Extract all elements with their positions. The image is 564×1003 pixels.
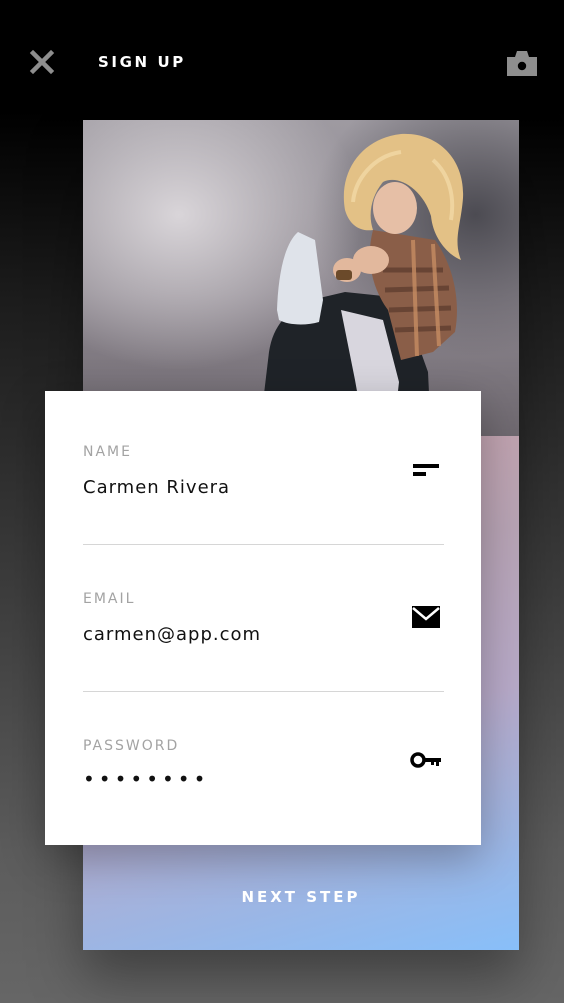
envelope-icon [409, 604, 443, 630]
camera-button[interactable] [505, 48, 539, 78]
key-icon [409, 747, 443, 773]
profile-photo [83, 120, 519, 436]
name-field[interactable]: NAME Carmen Rivera [83, 391, 444, 545]
camera-icon [507, 51, 537, 76]
close-icon [29, 49, 55, 75]
signup-form-card: NAME Carmen Rivera EMAIL carmen@app.com … [45, 391, 481, 845]
text-lines-icon [409, 458, 443, 484]
email-field-value[interactable]: carmen@app.com [83, 624, 261, 646]
next-step-button[interactable]: NEXT STEP [83, 880, 519, 914]
email-field-label: EMAIL [83, 591, 136, 607]
name-field-label: NAME [83, 444, 132, 460]
close-button[interactable] [28, 48, 56, 76]
name-field-value[interactable]: Carmen Rivera [83, 477, 230, 499]
page-title: SIGN UP [98, 53, 186, 71]
password-field-value[interactable]: •••••••• [83, 768, 209, 790]
password-field-label: PASSWORD [83, 738, 180, 754]
woman-photo-illustration [259, 133, 464, 436]
email-field[interactable]: EMAIL carmen@app.com [83, 538, 444, 692]
password-field[interactable]: PASSWORD •••••••• [83, 685, 444, 832]
